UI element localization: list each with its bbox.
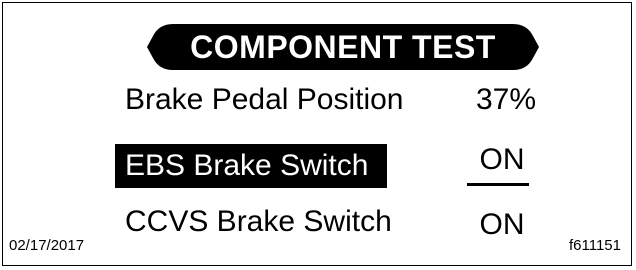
screen-frame: COMPONENT TEST Brake Pedal Position 37% … <box>2 2 632 266</box>
title-banner: COMPONENT TEST <box>147 24 539 70</box>
row-value-ebs-brake-switch: ON <box>479 143 525 176</box>
footer-figure-id: f611151 <box>569 237 621 254</box>
value-underline <box>467 183 529 186</box>
row-value-ccvs-brake-switch: ON <box>479 208 525 241</box>
page-title: COMPONENT TEST <box>190 29 496 65</box>
row-label-ccvs-brake-switch[interactable]: CCVS Brake Switch <box>125 203 392 241</box>
footer-date: 02/17/2017 <box>9 237 85 254</box>
row-value-brake-pedal-position: 37% <box>475 83 537 116</box>
row-label-brake-pedal-position[interactable]: Brake Pedal Position <box>125 81 404 119</box>
row-label-ebs-brake-switch-selected[interactable]: EBS Brake Switch <box>115 144 387 188</box>
